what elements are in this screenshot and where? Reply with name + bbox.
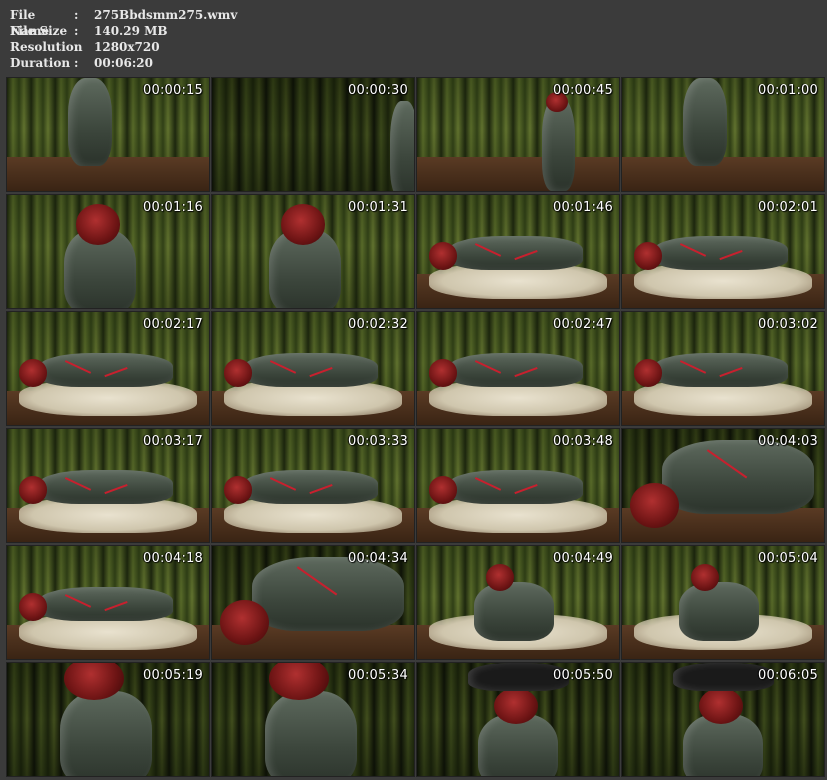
thumbnail-timestamp: 00:05:04 — [758, 551, 818, 566]
video-thumbnail: 00:00:15 — [7, 78, 209, 191]
video-thumbnail: 00:05:50 — [417, 663, 619, 776]
thumbnail-timestamp: 00:01:46 — [553, 200, 613, 215]
video-thumbnail: 00:04:34 — [212, 546, 414, 659]
figure-hair — [698, 687, 744, 725]
video-thumbnail: 00:03:48 — [417, 429, 619, 542]
thumbnail-timestamp: 00:03:48 — [553, 434, 613, 449]
figure-hair — [19, 593, 48, 621]
video-thumbnail: 00:03:17 — [7, 429, 209, 542]
thumbnail-timestamp: 00:06:05 — [758, 668, 818, 683]
figure-hair — [634, 359, 663, 387]
video-thumbnail: 00:02:47 — [417, 312, 619, 425]
figure-dress — [39, 469, 173, 504]
thumbnail-timestamp: 00:05:19 — [143, 668, 203, 683]
thumbnail-timestamp: 00:03:02 — [758, 317, 818, 332]
figure-hair — [220, 600, 269, 646]
figure-dress — [252, 557, 404, 631]
figure-hair — [19, 476, 48, 504]
video-thumbnail: 00:03:33 — [212, 429, 414, 542]
figure-dress — [39, 586, 173, 621]
figure-dress — [473, 582, 555, 641]
wooden-floor — [622, 157, 824, 191]
figure-hair — [429, 242, 458, 270]
video-thumbnail: 00:02:17 — [7, 312, 209, 425]
thumbnail-timestamp: 00:00:30 — [348, 83, 408, 98]
figure-dress — [682, 78, 728, 167]
figure-dress — [654, 352, 788, 387]
thumbnail-timestamp: 00:05:34 — [348, 668, 408, 683]
video-thumbnail: 00:01:31 — [212, 195, 414, 308]
figure-hair — [690, 564, 719, 592]
thumbnail-timestamp: 00:03:33 — [348, 434, 408, 449]
figure-dress — [244, 352, 378, 387]
figure-dress — [389, 100, 414, 191]
thumbnail-timestamp: 00:04:18 — [143, 551, 203, 566]
video-thumbnail: 00:02:32 — [212, 312, 414, 425]
video-thumbnail: 00:05:19 — [7, 663, 209, 776]
video-thumbnail: 00:04:18 — [7, 546, 209, 659]
video-thumbnail: 00:05:34 — [212, 663, 414, 776]
wooden-floor — [417, 157, 619, 191]
figure-dress — [542, 98, 575, 191]
figure-dress — [264, 691, 358, 776]
thumbnail-timestamp: 00:02:17 — [143, 317, 203, 332]
figure-dress — [662, 440, 814, 514]
thumbnail-timestamp: 00:01:16 — [143, 200, 203, 215]
figure-dress — [449, 235, 583, 270]
video-thumbnail: 00:00:30 — [212, 78, 414, 191]
figure-dress — [678, 582, 760, 641]
video-thumbnail: 00:03:02 — [622, 312, 824, 425]
figure-hair — [429, 359, 458, 387]
thumbnail-timestamp: 00:00:45 — [553, 83, 613, 98]
figure-hair — [630, 483, 679, 529]
figure-dress — [244, 469, 378, 504]
thumbnail-timestamp: 00:01:31 — [348, 200, 408, 215]
thumbnail-timestamp: 00:02:32 — [348, 317, 408, 332]
figure-hair — [634, 242, 663, 270]
contact-sheet: File Name : 275Bbdsmm275.wmv File Size :… — [0, 0, 827, 780]
figure-dress — [654, 235, 788, 270]
wooden-floor — [7, 157, 209, 191]
figure-hair — [75, 204, 121, 245]
figure-hair — [485, 564, 514, 592]
video-thumbnail: 00:05:04 — [622, 546, 824, 659]
video-thumbnail: 00:04:49 — [417, 546, 619, 659]
figure-hair — [280, 204, 326, 245]
figure-dress — [449, 352, 583, 387]
thumbnail-timestamp: 00:02:47 — [553, 317, 613, 332]
thumbnail-timestamp: 00:00:15 — [143, 83, 203, 98]
figure-hair — [224, 476, 253, 504]
figure-hair — [429, 476, 458, 504]
thumbnail-grid: 00:00:15 00:00:30 00:00:45 00:01:00 00:01:16… — [0, 0, 827, 780]
thumbnail-timestamp: 00:04:03 — [758, 434, 818, 449]
figure-dress — [449, 469, 583, 504]
figure-hair — [224, 359, 253, 387]
video-thumbnail: 00:01:00 — [622, 78, 824, 191]
thumbnail-timestamp: 00:04:34 — [348, 551, 408, 566]
figure-hair — [493, 687, 539, 725]
video-thumbnail: 00:02:01 — [622, 195, 824, 308]
thumbnail-timestamp: 00:05:50 — [553, 668, 613, 683]
video-thumbnail: 00:01:46 — [417, 195, 619, 308]
video-thumbnail: 00:06:05 — [622, 663, 824, 776]
figure-dress — [39, 352, 173, 387]
thumbnail-timestamp: 00:01:00 — [758, 83, 818, 98]
video-thumbnail: 00:00:45 — [417, 78, 619, 191]
thumbnail-timestamp: 00:04:49 — [553, 551, 613, 566]
figure-hair — [19, 359, 48, 387]
figure-dress — [59, 691, 153, 776]
video-thumbnail: 00:04:03 — [622, 429, 824, 542]
thumbnail-timestamp: 00:03:17 — [143, 434, 203, 449]
figure-dress — [67, 78, 113, 167]
thumbnail-timestamp: 00:02:01 — [758, 200, 818, 215]
video-thumbnail: 00:01:16 — [7, 195, 209, 308]
